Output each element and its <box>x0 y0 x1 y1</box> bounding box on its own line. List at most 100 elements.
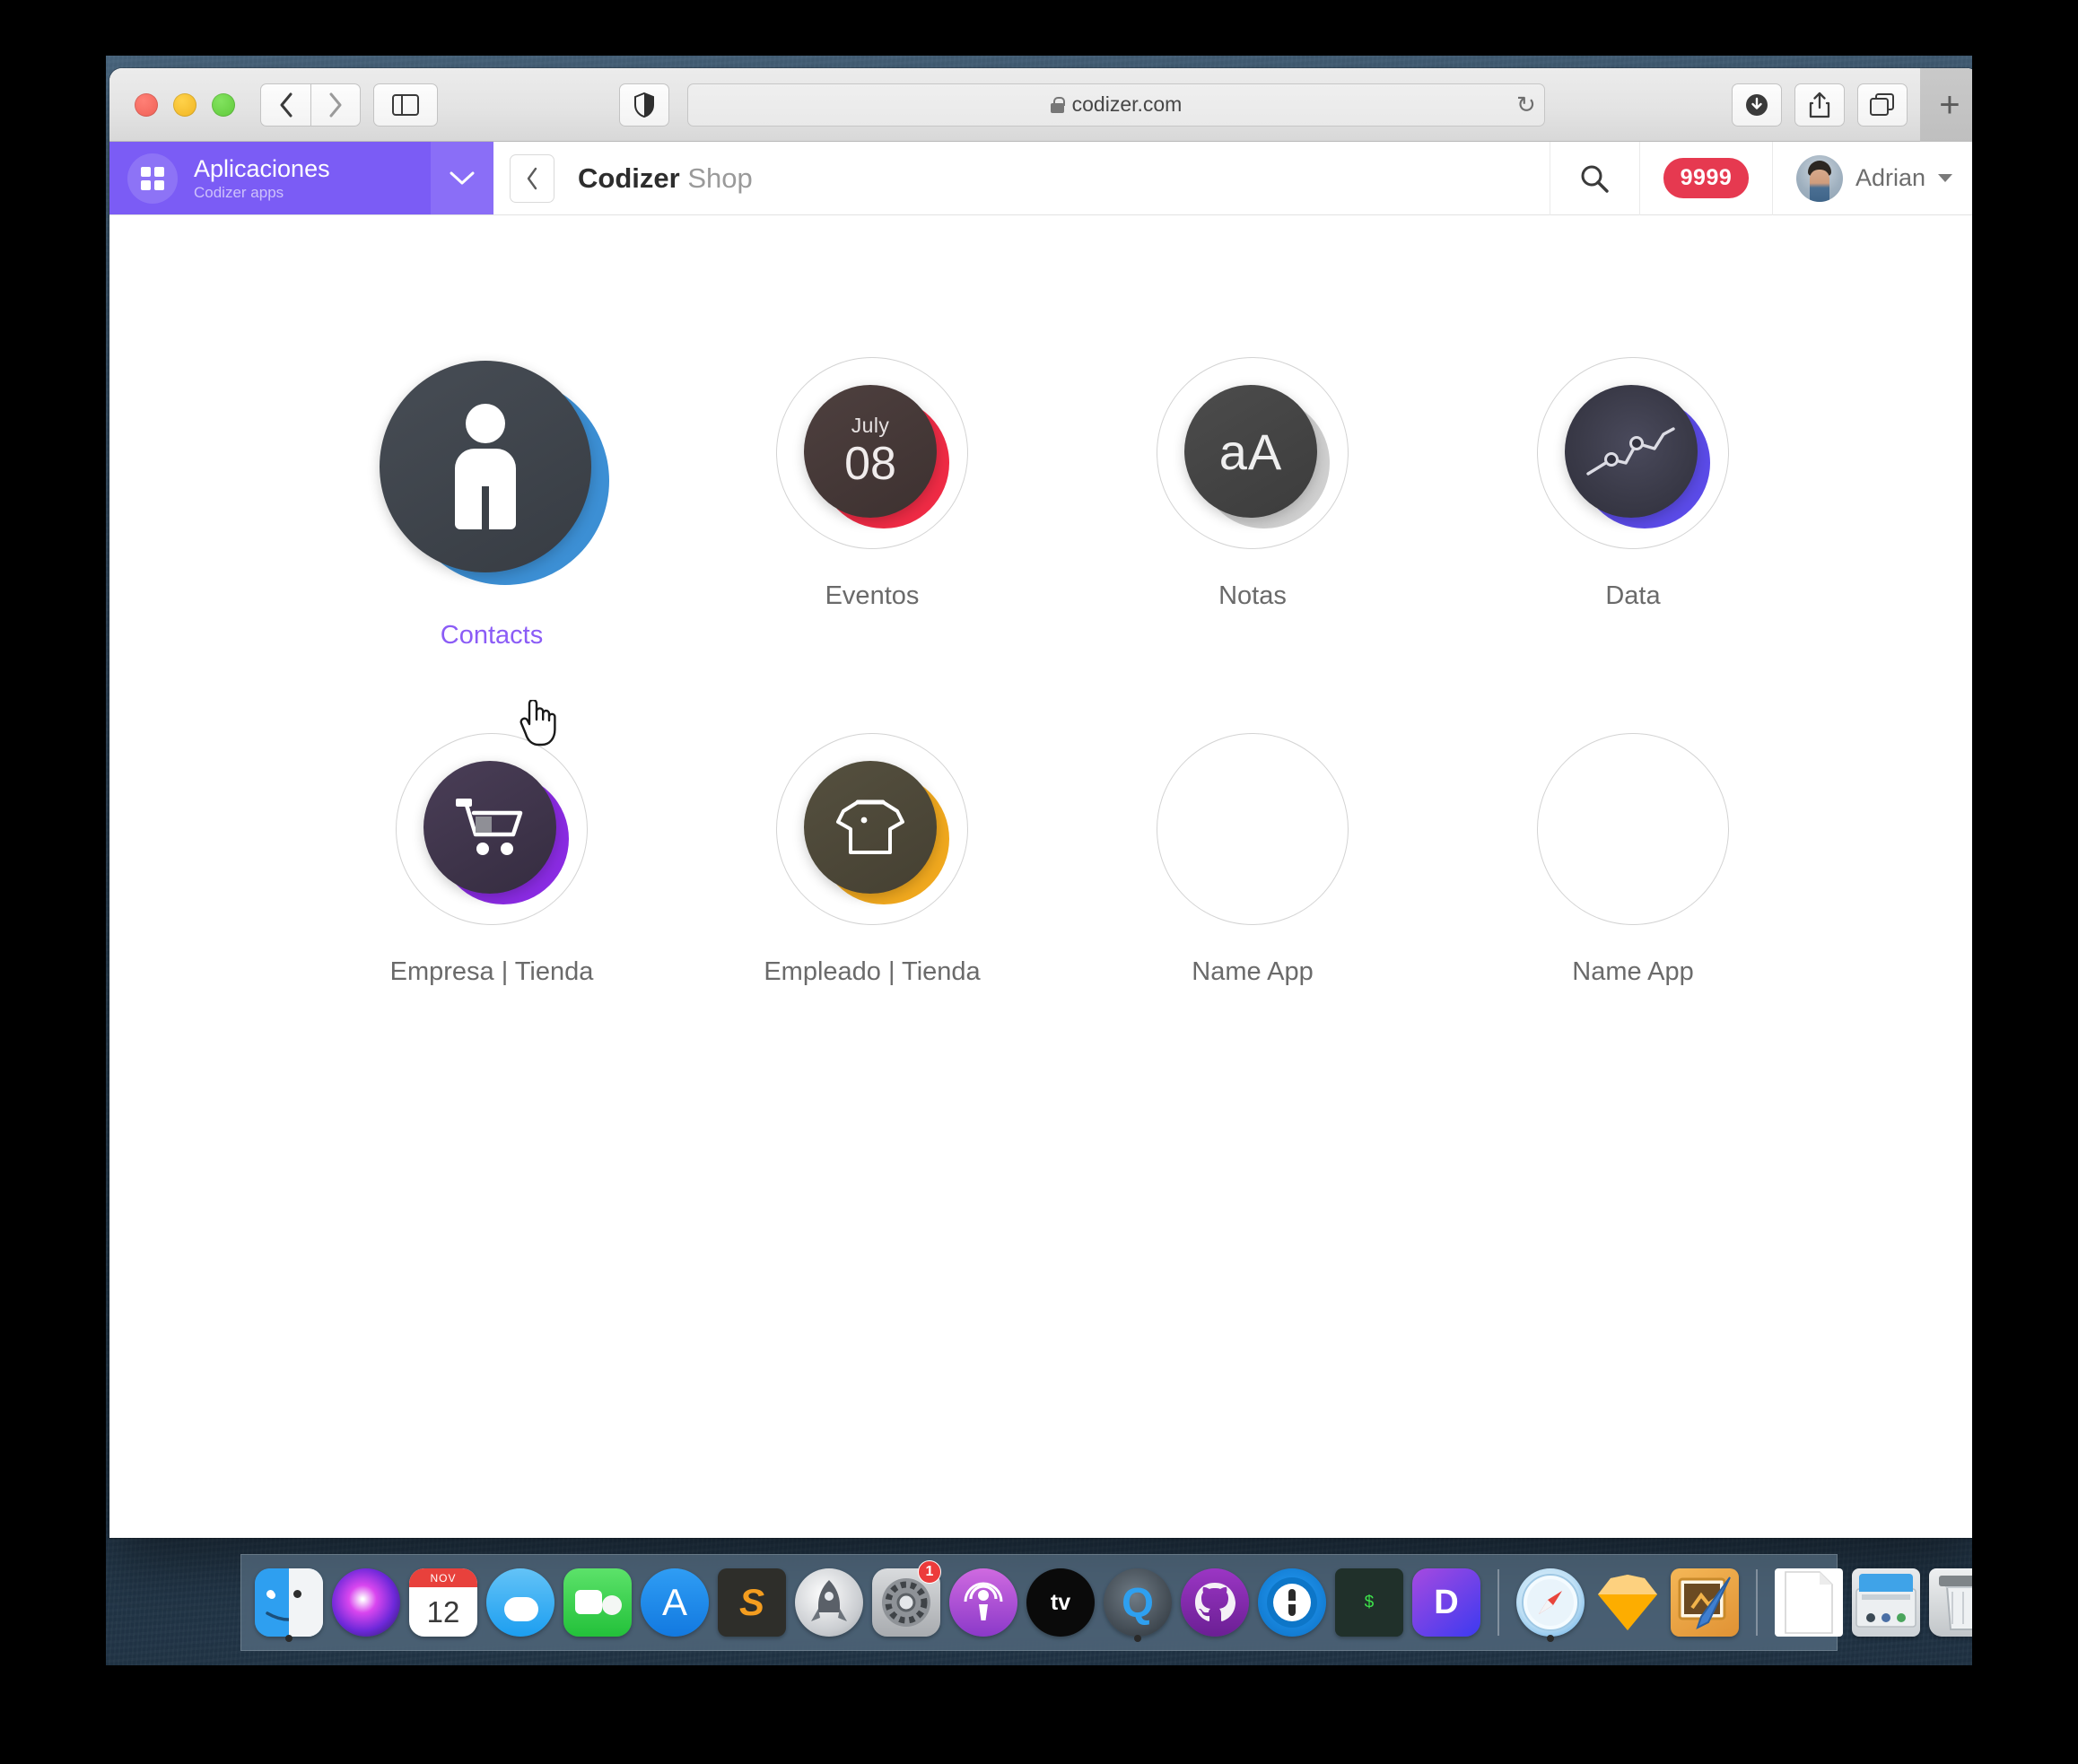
dock-item-1password[interactable] <box>1255 1562 1329 1643</box>
system-preferences-badge: 1 <box>918 1560 941 1584</box>
dock-item-podcasts[interactable] <box>947 1562 1020 1643</box>
messages-icon <box>486 1568 554 1637</box>
dock-item-facetime[interactable] <box>561 1562 634 1643</box>
notifications-badge-cell[interactable]: 9999 <box>1638 141 1772 215</box>
search-icon[interactable] <box>1549 141 1639 215</box>
user-menu[interactable]: Adrian <box>1771 141 1979 215</box>
empty-app-icon[interactable] <box>1537 733 1729 925</box>
downloads-icon <box>1852 1568 1920 1637</box>
running-indicator-dot <box>285 1635 292 1642</box>
app-label-data: Data <box>1605 581 1661 610</box>
app-store-glyph: A <box>661 1581 687 1623</box>
reload-icon[interactable]: ↻ <box>1516 91 1550 118</box>
page-title-brand: Codizer <box>578 162 680 194</box>
apps-switcher-button[interactable]: Aplicaciones Codizer apps <box>109 142 493 214</box>
app-tile-contacts[interactable]: Contacts <box>301 357 682 651</box>
dock-item-sublime-text[interactable]: S <box>715 1562 789 1643</box>
user-name-label: Adrian <box>1855 164 1925 191</box>
sublime-text-glyph: S <box>738 1581 764 1623</box>
new-tab-label: + <box>1939 84 1960 125</box>
app-icon-empresa-tienda[interactable] <box>396 733 588 925</box>
running-indicator-dot <box>1134 1635 1141 1642</box>
app-label-notas: Notas <box>1218 581 1287 610</box>
screenshot-border-left <box>0 0 106 1764</box>
dock-item-sketch[interactable] <box>1591 1562 1664 1643</box>
finder-icon <box>255 1568 323 1637</box>
dock-item-launchpad[interactable] <box>792 1562 866 1643</box>
app-tile-data[interactable]: Data <box>1443 357 1823 651</box>
privacy-shield-icon[interactable] <box>619 83 670 127</box>
nav-buttons-group <box>260 83 361 127</box>
app-tile-empresa-tienda[interactable]: Empresa | Tienda <box>301 733 682 987</box>
empty-app-icon[interactable] <box>1157 733 1349 925</box>
app-label-eventos: Eventos <box>825 581 920 610</box>
dock-item-terminal[interactable]: $ <box>1332 1562 1406 1643</box>
dock-item-system-preferences[interactable]: 1 <box>869 1560 943 1643</box>
new-tab-button[interactable]: + <box>1919 68 1979 142</box>
pixelmator-icon <box>1671 1568 1739 1637</box>
app-icon-contacts[interactable] <box>376 357 609 589</box>
dock-item-finder[interactable] <box>252 1562 326 1643</box>
macos-dock: NOV 12 A S 1 tv $ D <box>240 1554 1997 1651</box>
dock-item-siri[interactable] <box>329 1562 403 1643</box>
1password-icon <box>1258 1568 1326 1637</box>
back-button[interactable] <box>260 83 310 127</box>
apps-switcher-text: Aplicaciones Codizer apps <box>194 155 330 201</box>
page-back-button[interactable] <box>510 153 554 203</box>
app-icon-eventos[interactable]: July 08 <box>776 357 968 549</box>
launchpad-icon <box>795 1568 863 1637</box>
maximize-window-button[interactable] <box>212 92 235 117</box>
download-icon[interactable] <box>1731 83 1782 127</box>
dock-separator <box>1497 1569 1499 1636</box>
browser-toolbar: codizer.com ↻ + <box>109 68 1979 142</box>
dock-item-apple-tv[interactable]: tv <box>1024 1562 1097 1643</box>
dock-item-safari[interactable] <box>1514 1562 1587 1643</box>
shopping-cart-icon <box>456 799 523 855</box>
sublime-text-icon: S <box>718 1568 786 1637</box>
dash-icon: D <box>1412 1568 1480 1637</box>
share-icon[interactable] <box>1794 83 1845 127</box>
app-tile-notas[interactable]: aA Notas <box>1062 357 1443 651</box>
dock-item-messages[interactable] <box>484 1562 557 1643</box>
app-tile-empty-1[interactable]: Name App <box>1062 733 1443 987</box>
event-month-label: July <box>851 414 890 437</box>
calendar-month-label: NOV <box>409 1568 477 1587</box>
sidebar-toggle-icon[interactable] <box>373 83 438 127</box>
forward-button[interactable] <box>310 83 361 127</box>
search-input[interactable]: codizer.com ↻ <box>687 83 1545 127</box>
app-icon-empleado-tienda[interactable] <box>776 733 968 925</box>
browser-window: codizer.com ↻ + Aplicaciones Codizer app… <box>109 68 1979 1538</box>
calendar-day-label: 12 <box>426 1594 460 1629</box>
chevron-down-icon[interactable] <box>431 142 493 214</box>
app-icon-notas[interactable]: aA <box>1157 357 1349 549</box>
dock-item-downloads[interactable] <box>1849 1562 1923 1643</box>
tab-overview-icon[interactable] <box>1856 83 1908 127</box>
dock-separator <box>1756 1569 1758 1636</box>
apps-switcher-title: Aplicaciones <box>194 154 330 182</box>
dock-item-pixelmator[interactable] <box>1668 1562 1742 1643</box>
facetime-icon <box>563 1568 632 1637</box>
dock-item-document[interactable] <box>1772 1562 1846 1643</box>
screenshot-border-bottom <box>0 1665 2078 1764</box>
app-tile-empleado-tienda[interactable]: Empleado | Tienda <box>682 733 1062 987</box>
sketch-icon <box>1593 1568 1662 1637</box>
app-tile-eventos[interactable]: July 08 Eventos <box>682 357 1062 651</box>
app-icon-data[interactable] <box>1537 357 1729 549</box>
dock-item-calendar[interactable]: NOV 12 <box>406 1562 480 1643</box>
podcasts-icon <box>949 1568 1017 1637</box>
close-window-button[interactable] <box>135 92 158 117</box>
minimize-window-button[interactable] <box>173 92 196 117</box>
siri-icon <box>332 1568 400 1637</box>
app-label-contacts: Contacts <box>440 621 544 650</box>
apps-grid: Contacts July 08 Eventos aA Notas Data E… <box>145 357 1979 987</box>
app-label-empresa-tienda: Empresa | Tienda <box>389 957 594 986</box>
apple-tv-glyph: tv <box>1050 1589 1071 1615</box>
dock-item-quicktime[interactable] <box>1101 1562 1174 1643</box>
dock-item-app-store[interactable]: A <box>638 1562 712 1643</box>
dock-item-github-desktop[interactable] <box>1178 1562 1252 1643</box>
app-grid-area: Contacts July 08 Eventos aA Notas Data E… <box>109 215 1979 1538</box>
dock-item-dash[interactable]: D <box>1410 1562 1483 1643</box>
page-title-section: Shop <box>687 162 753 194</box>
app-tile-empty-2[interactable]: Name App <box>1443 733 1823 987</box>
quicktime-icon <box>1104 1568 1172 1637</box>
